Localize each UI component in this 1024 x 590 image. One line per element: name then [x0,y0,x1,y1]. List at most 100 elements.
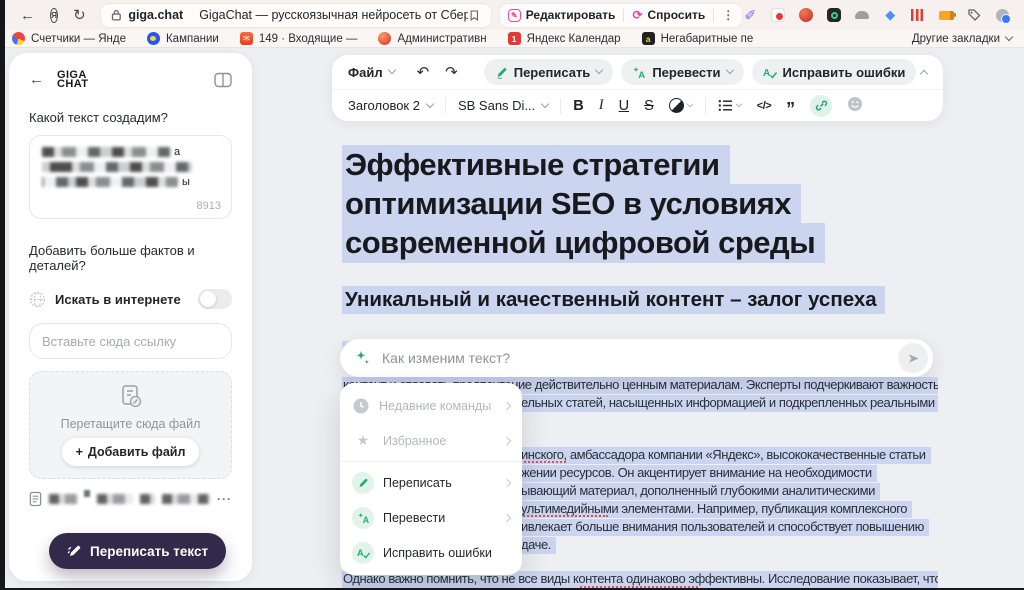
collapse-toolbar-icon[interactable] [920,69,928,77]
fix-errors-pill-label: Исправить ошибки [783,65,906,80]
bookmark-label: Кампании [166,33,219,45]
svg-text:A: A [763,68,770,79]
bold-button[interactable]: B [573,98,583,114]
pen-icon [352,472,374,494]
bookmark-label: Яндекс Календар [527,33,621,45]
source-text-area[interactable]: а ы 8913 [29,135,232,219]
chart-extension-icon[interactable] [910,7,926,23]
selected-text: оптимизации SEO в условиях [342,184,801,224]
yandex-browser-icon[interactable]: Я [50,8,58,23]
masked-filename [140,494,155,504]
code-button[interactable]: </> [757,100,771,112]
send-button[interactable] [898,343,928,373]
undo-button[interactable]: ↶ [417,63,430,81]
menu-item-translate[interactable]: A Перевести [340,500,522,535]
paragraph-style-select[interactable]: Заголовок 2 [348,98,433,113]
bookmark-campaigns[interactable]: Кампании [147,32,219,45]
rewrite-pill-button[interactable]: Переписать [484,59,614,85]
bookmark-cargo[interactable]: aНегабаритные пе [642,32,754,45]
add-file-button[interactable]: + Добавить файл [62,438,200,466]
masked-text-row [42,162,219,172]
text-color-button[interactable] [669,98,693,113]
url-host: giga.chat [128,8,183,22]
bookmark-icon[interactable] [468,9,481,22]
purple-pen-extension-icon[interactable]: ✐ [742,7,758,23]
italic-button[interactable]: I [599,97,604,114]
chevron-right-icon [503,436,511,444]
chevron-right-icon [503,401,511,409]
direct-icon [147,32,160,45]
back-arrow-icon[interactable]: ← [29,71,44,88]
cube-extension-icon[interactable]: ◆ [882,7,898,23]
list-button[interactable] [718,99,742,112]
attached-file-item[interactable]: ··· [29,491,232,507]
link-button-active[interactable] [810,95,832,117]
color-wheel-icon [669,98,684,113]
selected-text: современной цифровой среды [342,223,825,263]
bookmark-label: Негабаритные пе [661,33,754,45]
plus-icon: + [76,445,83,459]
underline-button[interactable]: U [619,98,629,114]
menu-item-recent[interactable]: Недавние команды [340,388,522,423]
menu-item-label: Переписать [383,476,452,490]
overflow-menu-icon[interactable]: ⋮ [722,8,734,22]
dome-extension-icon[interactable] [854,7,870,23]
bookmarks-bar: Счетчики — Янде Кампании ✉149 · Входящие… [0,30,1024,48]
translate-pill-button[interactable]: A Перевести [621,59,743,85]
facts-label: Добавить больше фактов и деталей? [29,243,232,273]
dark-ring-extension-icon[interactable] [826,7,842,23]
translate-pill-label: Перевести [652,65,720,80]
translate-icon: A [632,66,646,79]
reload-icon[interactable]: ↻ [73,6,86,24]
quote-button[interactable]: ” [786,104,795,114]
font-select[interactable]: SB Sans Di... [458,98,548,113]
web-search-label: Искать в интернете [55,292,181,307]
spellcheck-underline [520,461,566,463]
pin-extension-icon[interactable] [994,7,1010,23]
strikethrough-button[interactable]: S [644,98,654,114]
sparkle-icon [353,349,372,368]
divider [623,9,624,22]
document-heading-line: Эффективные стратегии [342,147,938,186]
assistant-extension-icon[interactable] [798,7,814,23]
rewrite-pill-label: Переписать [514,65,591,80]
bookmark-calendar[interactable]: 1Яндекс Календар [508,32,621,45]
editor-toolbar: Файл ↶ ↷ Переписать A Перевести A Исправ… [332,55,943,121]
tag-extension-icon[interactable] [966,7,982,23]
back-icon[interactable]: ← [20,7,35,24]
prompt-input[interactable] [382,350,888,366]
file-menu-icon[interactable]: ··· [217,492,232,506]
other-bookmarks-button[interactable]: Другие закладки [912,33,1012,45]
chevron-down-icon [595,66,603,74]
menu-item-fix-errors[interactable]: A Исправить ошибки [340,535,522,570]
chevron-down-icon [541,99,549,107]
menu-item-favorites[interactable]: ★ Избранное [340,423,522,458]
bookmark-inbox[interactable]: ✉149 · Входящие — [240,32,358,45]
shield-extension-icon[interactable] [770,7,786,23]
link-input[interactable] [29,323,232,359]
panel-toggle-icon[interactable] [214,72,232,88]
battery-extension-icon[interactable] [938,7,954,23]
fix-errors-pill-button[interactable]: A Исправить ошибки [752,59,917,85]
web-search-toggle[interactable] [198,289,232,309]
address-bar[interactable]: giga.chat GigaChat — русскоязычная нейро… [101,4,491,27]
ask-button[interactable]: ⟳ Спросить [632,8,705,22]
file-dropzone[interactable]: Перетащите сюда файл + Добавить файл [29,371,232,479]
rewrite-text-button[interactable]: Переписать текст [49,533,226,569]
sidebar-header: ← GIGA CHAT [29,71,232,88]
document-heading-line: современной цифровой среды [342,225,938,264]
masked-tail: а [174,146,180,158]
bookmark-admin[interactable]: Административн [378,32,486,45]
web-search-row: Искать в интернете [29,289,232,309]
masked-tail: ы [182,176,190,188]
file-menu[interactable]: Файл [348,65,395,80]
window-edge [0,0,5,590]
menu-item-rewrite[interactable]: Переписать [340,465,522,500]
document-subheading: Уникальный и качественный контент – зало… [342,288,938,315]
redo-button[interactable]: ↷ [445,63,458,81]
emoji-button[interactable] [847,96,863,116]
chevron-right-icon [503,513,511,521]
edit-button[interactable]: ✎ Редактировать [508,8,616,22]
bookmark-metrika[interactable]: Счетчики — Янде [12,32,126,45]
prompt-bar[interactable] [340,339,933,377]
